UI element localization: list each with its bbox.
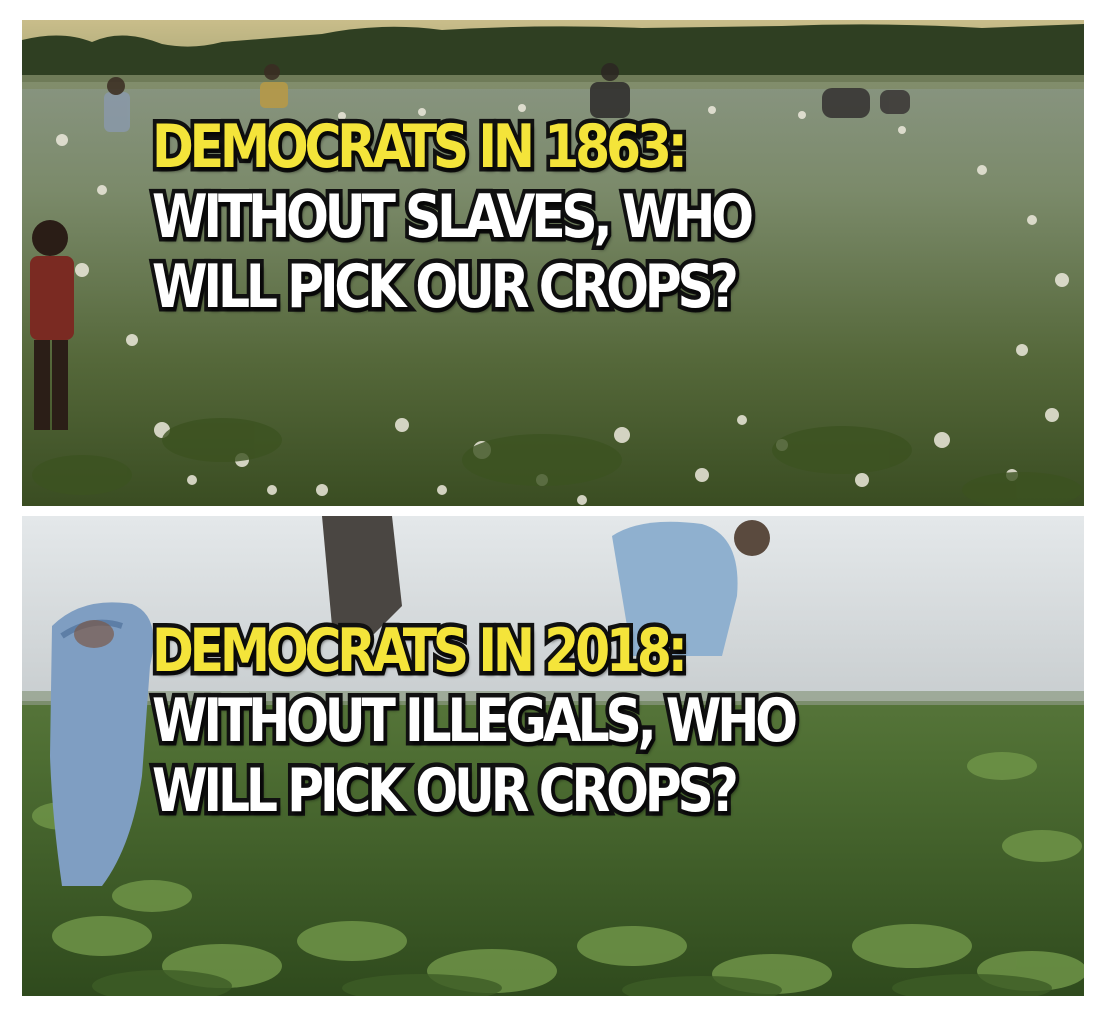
top-caption-line-2: WILL PICK OUR CROPS?	[148, 248, 742, 327]
top-caption-line-1: WITHOUT SLAVES, WHO	[148, 178, 758, 257]
bottom-panel: DEMOCRATS IN 2018: WITHOUT ILLEGALS, WHO…	[22, 516, 1084, 996]
meme-image: { "panels": [ { "scene": "cotton field",…	[0, 0, 1097, 1014]
top-panel: DEMOCRATS IN 1863: WITHOUT SLAVES, WHO W…	[22, 20, 1084, 506]
bottom-caption: DEMOCRATS IN 2018: WITHOUT ILLEGALS, WHO…	[148, 612, 925, 831]
bottom-caption-headline: DEMOCRATS IN 2018:	[148, 612, 691, 691]
top-caption: DEMOCRATS IN 1863: WITHOUT SLAVES, WHO W…	[148, 108, 925, 327]
bottom-caption-line-1: WITHOUT ILLEGALS, WHO	[148, 682, 802, 761]
bottom-caption-line-2: WILL PICK OUR CROPS?	[148, 752, 742, 831]
top-caption-headline: DEMOCRATS IN 1863:	[148, 108, 691, 187]
